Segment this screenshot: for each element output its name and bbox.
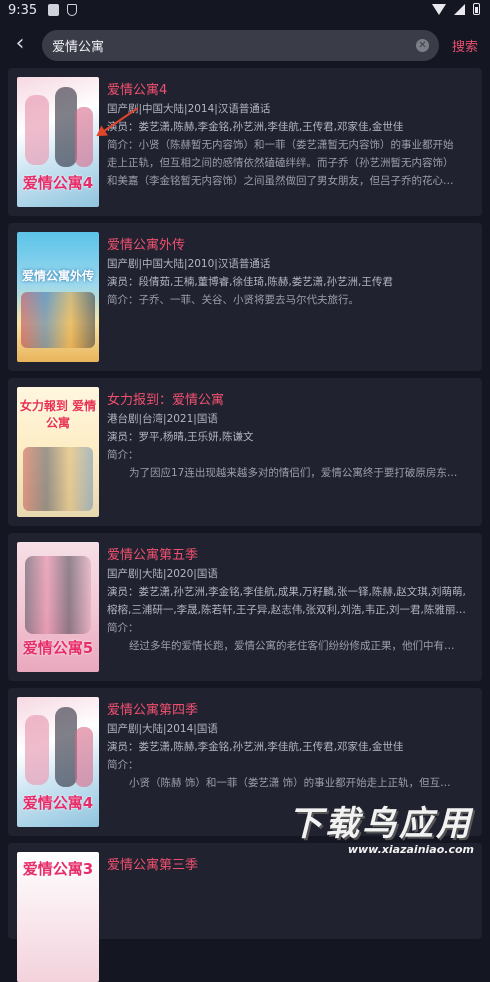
- search-input[interactable]: [52, 30, 402, 61]
- status-bar: 9:35: [0, 0, 490, 22]
- result-desc-line-3: 和美嘉（李金铭暂无内容饰）之间虽然做回了男女朋友，但吕子乔的花心…: [107, 175, 454, 187]
- status-time: 9:35: [8, 3, 38, 18]
- result-card[interactable]: 爱情公寓4 爱情公寓4 国产剧|中国大陆|2014|汉语普通话 演员：娄艺潇,陈…: [8, 68, 482, 216]
- poster-title: 爱情公寓3: [22, 860, 94, 878]
- result-meta: 国产剧|大陆|2014|国语: [107, 723, 218, 735]
- result-card[interactable]: 女力報到 爱情公寓 女力报到：爱情公寓 港台剧|台湾|2021|国语 演员：罗平…: [8, 378, 482, 526]
- result-cast: 演员：娄艺潇,陈赫,李金铭,孙艺洲,李佳航,王传君,邓家佳,金世佳: [107, 121, 404, 133]
- result-title[interactable]: 爱情公寓外传: [107, 237, 467, 255]
- poster-title: 爱情公寓4: [22, 174, 94, 192]
- shield-icon: [67, 4, 77, 16]
- back-arrow-icon[interactable]: ‹: [10, 33, 30, 56]
- result-desc-label: 简介：: [107, 622, 139, 634]
- result-meta: 港台剧|台湾|2021|国语: [107, 413, 218, 425]
- search-button[interactable]: 搜索: [452, 36, 478, 55]
- result-cast: 演员：罗平,杨晴,王乐妍,陈谦文: [107, 431, 254, 443]
- result-card[interactable]: 爱情公寓5 爱情公寓第五季 国产剧|大陆|2020|国语 演员：娄艺潇,孙艺洲,…: [8, 533, 482, 681]
- result-desc-line-1: 简介：子乔、一菲、关谷、小贤将要去马尔代夫旅行。: [107, 294, 359, 306]
- poster-image[interactable]: 爱情公寓4: [17, 697, 99, 827]
- result-meta: 国产剧|大陆|2020|国语: [107, 568, 218, 580]
- result-desc-line-1: 小贤（陈赫 饰）和一菲（娄艺潇 饰）的事业都开始走上正轨，但互…: [129, 777, 451, 789]
- result-desc-line-1: 简介：小贤（陈赫暂无内容饰）和一菲（娄艺潇暂无内容饰）的事业都开始: [107, 139, 454, 151]
- battery-icon: [473, 3, 480, 15]
- watermark-url: www.xiazainiao.com: [347, 843, 474, 856]
- result-title[interactable]: 爱情公寓第五季: [107, 547, 467, 565]
- watermark: 下载鸟应用 www.xiazainiao.com: [288, 805, 484, 867]
- result-cast: 演员：段倩茹,王楠,董博睿,徐佳琦,陈赫,娄艺潇,孙艺洲,王传君: [107, 276, 393, 288]
- result-card[interactable]: 爱情公寓外传 爱情公寓外传 国产剧|中国大陆|2010|汉语普通话 演员：段倩茹…: [8, 223, 482, 371]
- poster-image[interactable]: 爱情公寓外传: [17, 232, 99, 362]
- result-title[interactable]: 爱情公寓4: [107, 82, 467, 100]
- signal-icon: [454, 3, 465, 15]
- clear-icon[interactable]: ✕: [416, 39, 429, 52]
- result-meta: 国产剧|中国大陆|2014|汉语普通话: [107, 103, 271, 115]
- result-cast: 演员：娄艺潇,陈赫,李金铭,孙艺洲,李佳航,王传君,邓家佳,金世佳: [107, 741, 404, 753]
- result-cast: 演员：娄艺潇,孙艺洲,李金铭,李佳航,成果,万籽麟,张一铎,陈赫,赵文琪,刘萌萌…: [107, 586, 466, 598]
- poster-image[interactable]: 爱情公寓5: [17, 542, 99, 672]
- poster-image[interactable]: 女力報到 爱情公寓: [17, 387, 99, 517]
- poster-title: 爱情公寓4: [22, 794, 94, 812]
- result-desc-line-1: 为了因应17连出现越来越多对的情侣们，爱情公寓终于要打破原房东…: [129, 467, 458, 479]
- result-desc-label: 简介：: [107, 449, 139, 461]
- result-desc-line-1: 经过多年的爱情长跑，爱情公寓的老住客们纷纷修成正果，他们中有…: [129, 640, 455, 652]
- result-desc-label: 简介：: [107, 759, 139, 771]
- search-box[interactable]: ✕: [42, 30, 439, 61]
- poster-title: 爱情公寓外传: [21, 269, 94, 283]
- result-meta: 国产剧|中国大陆|2010|汉语普通话: [107, 258, 271, 270]
- poster-image[interactable]: 爱情公寓3: [17, 852, 99, 982]
- poster-title: 女力報到 爱情公寓: [19, 399, 97, 430]
- poster-title: 爱情公寓5: [22, 639, 94, 657]
- notification-icon: [48, 4, 59, 16]
- result-desc-line-2: 走上正轨，但互相之间的感情依然磕磕绊绊。而子乔（孙艺洲暂无内容饰）: [107, 157, 454, 169]
- search-header: ‹ ✕ 搜索: [0, 26, 490, 66]
- result-title[interactable]: 女力报到：爱情公寓: [107, 392, 467, 410]
- wifi-icon: [432, 3, 446, 15]
- poster-image[interactable]: 爱情公寓4: [17, 77, 99, 207]
- result-title[interactable]: 爱情公寓第四季: [107, 702, 467, 720]
- result-cast-continued: 榕榕,三浦研一,李晟,陈若轩,王子异,赵志伟,张双利,刘浩,韦正,刘一君,陈雅丽…: [107, 604, 467, 616]
- watermark-title: 下载鸟应用: [288, 804, 473, 844]
